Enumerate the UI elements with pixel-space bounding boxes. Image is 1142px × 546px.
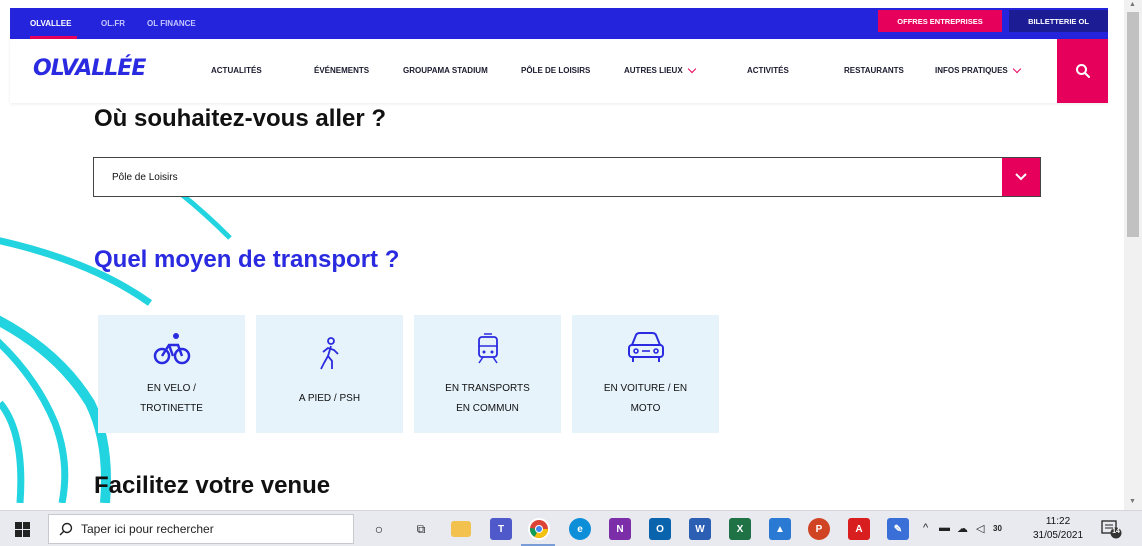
scroll-down-icon[interactable]: ▼ xyxy=(1129,498,1136,505)
onedrive-icon[interactable]: ☁ xyxy=(957,522,968,535)
main-nav: OLVALLÉE ACTUALITÉS ÉVÉNEMENTS GROUPAMA … xyxy=(10,39,1108,103)
windows-logo-icon xyxy=(14,521,30,537)
onenote-icon[interactable]: N xyxy=(609,518,631,540)
top-link-olvallee[interactable]: OLVALLEE xyxy=(30,19,71,28)
word-icon[interactable]: W xyxy=(689,518,711,540)
transport-option-label: EN TRANSPORTS xyxy=(445,383,530,394)
taskbar-search-placeholder: Taper ici pour rechercher xyxy=(81,522,214,536)
tray-chevron-icon[interactable]: ^ xyxy=(923,522,928,534)
windows-taskbar: Taper ici pour rechercher ○ ⧉ T e N O W … xyxy=(0,510,1142,546)
transport-option-label: TROTINETTE xyxy=(140,403,203,414)
browser-viewport: OLVALLEE OL.FR OL FINANCE OFFRES ENTREPR… xyxy=(0,0,1142,546)
file-explorer-icon[interactable] xyxy=(451,521,471,537)
calendar-badge-icon[interactable]: 30 xyxy=(993,524,1002,533)
nav-item-evenements[interactable]: ÉVÉNEMENTS xyxy=(314,66,369,75)
acrobat-icon[interactable]: A xyxy=(848,518,870,540)
taskbar-search[interactable]: Taper ici pour rechercher xyxy=(48,514,354,544)
facilitate-title: Facilitez votre venue xyxy=(94,472,331,499)
snip-icon[interactable]: ✎ xyxy=(887,518,909,540)
chevron-down-icon xyxy=(1015,173,1027,181)
billetterie-button[interactable]: BILLETTERIE OL xyxy=(1009,10,1108,32)
volume-icon[interactable]: ◁ xyxy=(976,522,984,535)
top-link-olfinance[interactable]: OL FINANCE xyxy=(147,19,196,28)
start-button[interactable] xyxy=(0,511,44,546)
transport-option-label: MOTO xyxy=(630,403,661,414)
scroll-up-icon[interactable]: ▲ xyxy=(1129,1,1136,8)
nav-item-actualites[interactable]: ACTUALITÉS xyxy=(211,66,262,75)
car-icon xyxy=(627,332,664,362)
olvallee-logo[interactable]: OLVALLÉE xyxy=(33,56,146,81)
notification-count: 14 xyxy=(1112,528,1120,535)
transport-title: Quel moyen de transport ? xyxy=(94,246,400,273)
nav-item-infos-pratiques[interactable]: INFOS PRATIQUES xyxy=(935,64,1021,75)
destination-select[interactable]: Pôle de Loisirs xyxy=(93,157,1041,197)
search-icon xyxy=(59,522,73,536)
chevron-down-icon xyxy=(687,64,696,73)
destination-dropdown-button[interactable] xyxy=(1002,158,1040,196)
taskbar-clock[interactable]: 11:22 31/05/2021 xyxy=(1030,515,1086,543)
search-button[interactable] xyxy=(1057,39,1108,103)
where-title: Où souhaitez-vous aller ? xyxy=(94,105,387,132)
clock-time: 11:22 xyxy=(1045,516,1071,527)
nav-item-label: PÔLE DE LOISIRS xyxy=(521,66,591,75)
photos-icon[interactable]: ▲ xyxy=(769,518,791,540)
task-view-icon[interactable]: ⧉ xyxy=(410,518,432,540)
cortana-icon[interactable]: ○ xyxy=(368,518,390,540)
tram-icon xyxy=(477,333,498,364)
offres-entreprises-button[interactable]: OFFRES ENTREPRISES xyxy=(878,10,1002,32)
bicycle-icon xyxy=(153,333,190,365)
nav-item-activites[interactable]: ACTIVITÉS xyxy=(747,66,789,75)
nav-item-label: ACTUALITÉS xyxy=(211,66,262,75)
notification-center-icon[interactable]: 14 xyxy=(1100,519,1122,539)
destination-value: Pôle de Loisirs xyxy=(112,172,178,183)
battery-icon[interactable]: ▬ xyxy=(939,522,950,534)
chrome-icon[interactable] xyxy=(528,518,550,540)
excel-icon[interactable]: X xyxy=(729,518,751,540)
nav-item-label: ÉVÉNEMENTS xyxy=(314,66,370,75)
transport-option-transports[interactable]: EN TRANSPORTS EN COMMUN xyxy=(414,315,561,433)
powerpoint-icon[interactable]: P xyxy=(808,518,830,540)
top-bar: OLVALLEE OL.FR OL FINANCE OFFRES ENTREPR… xyxy=(10,8,1108,39)
search-icon xyxy=(1075,64,1090,78)
teams-icon[interactable]: T xyxy=(490,518,512,540)
clock-date: 31/05/2021 xyxy=(1032,530,1084,541)
transport-option-label: EN VOITURE / EN xyxy=(603,383,688,394)
nav-item-groupama-stadium[interactable]: GROUPAMA STADIUM xyxy=(403,66,488,75)
transport-option-label: EN COMMUN xyxy=(456,403,519,414)
nav-item-restaurants[interactable]: RESTAURANTS xyxy=(844,66,904,75)
scroll-thumb[interactable] xyxy=(1127,12,1139,237)
transport-option-label: A PIED / PSH xyxy=(298,393,361,404)
chevron-down-icon xyxy=(1012,64,1021,73)
transport-option-voiture[interactable]: EN VOITURE / EN MOTO xyxy=(572,315,719,433)
pedestrian-icon xyxy=(319,337,339,370)
nav-item-label: RESTAURANTS xyxy=(844,66,904,75)
transport-option-velo[interactable]: EN VELO / TROTINETTE xyxy=(98,315,245,433)
nav-item-label: GROUPAMA STADIUM xyxy=(403,66,488,75)
nav-item-autres-lieux[interactable]: AUTRES LIEUX xyxy=(624,64,696,75)
edge-icon[interactable]: e xyxy=(569,518,591,540)
transport-option-label: EN VELO / xyxy=(147,383,196,394)
transport-option-a-pied[interactable]: A PIED / PSH xyxy=(256,315,403,433)
nav-item-pole-de-loisirs[interactable]: PÔLE DE LOISIRS xyxy=(521,66,590,75)
top-link-olfr[interactable]: OL.FR xyxy=(101,19,125,28)
page-scrollbar[interactable]: ▲ ▼ xyxy=(1124,0,1142,510)
nav-item-label: AUTRES LIEUX xyxy=(624,66,683,75)
nav-item-label: INFOS PRATIQUES xyxy=(935,66,1008,75)
nav-item-label: ACTIVITÉS xyxy=(747,66,789,75)
outlook-icon[interactable]: O xyxy=(649,518,671,540)
